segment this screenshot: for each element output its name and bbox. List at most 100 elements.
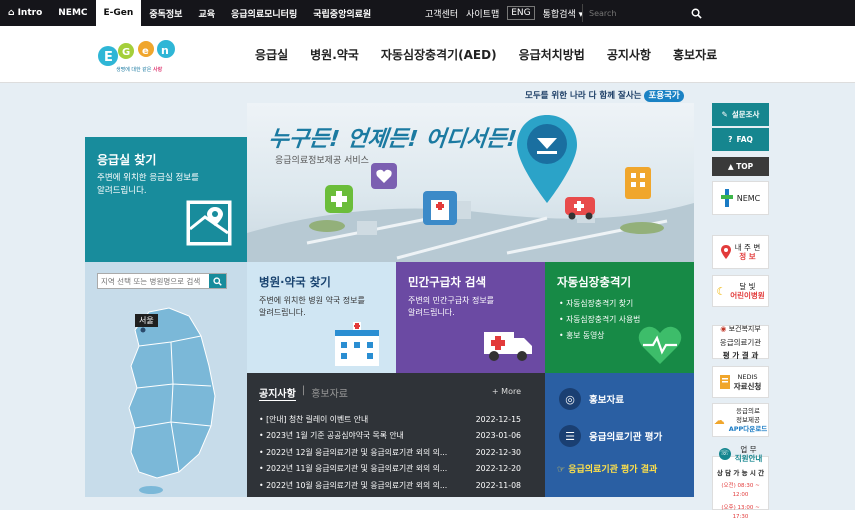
tab-nemc[interactable]: NEMC — [50, 0, 95, 26]
phone-icon: ☏ — [718, 447, 731, 460]
nearby-info-button[interactable]: 내 주 변정 보 — [712, 235, 769, 269]
notice-date: 2023-01-06 — [475, 431, 521, 441]
notice-list: [안내] 청찬 릴레이 이벤트 안내 2022-12-15 2023년 1월 기준… — [259, 411, 521, 494]
cloud-download-icon: ☁ — [713, 413, 725, 427]
tab-notice[interactable]: 공지사항 — [259, 385, 296, 401]
search-input[interactable] — [583, 8, 683, 18]
nav-pr[interactable]: 홍보자료 — [673, 46, 717, 63]
links-tile: ◎ 홍보자료 ☰ 응급의료기관 평가 ☞ 응급의료기관 평가 결과 — [545, 373, 694, 497]
slogan-text: 모두를 위한 나라 다 함께 잘사는 — [525, 91, 642, 101]
tab-divider: | — [301, 385, 306, 396]
evaluation-result-link[interactable]: ☞ 응급의료기관 평가 결과 — [557, 462, 657, 475]
slogan-badge: 포용국가 — [644, 90, 684, 102]
svg-text:n: n — [161, 44, 169, 57]
mohw-evaluation-button[interactable]: ◉ 보건복지부 응급의료기관 평 가 결 과 — [712, 324, 769, 360]
slogan: 모두를 위한 나라 다 함께 잘사는 포용국가 — [525, 89, 684, 102]
unified-search-label: 통합검색 — [542, 9, 576, 20]
list-item[interactable]: 2022년 12월 응급의료기관 및 응급의료기관 외의 의... 2022-12… — [259, 444, 521, 461]
nav-aed[interactable]: 자동심장충격기(AED) — [381, 46, 497, 63]
svg-text:E: E — [104, 50, 113, 65]
notice-date: 2022-12-30 — [475, 447, 521, 457]
tab-egen[interactable]: E-Gen — [95, 0, 142, 26]
notice-date: 2022-12-15 — [475, 414, 521, 424]
customer-center-link[interactable]: 고객센터 — [425, 7, 458, 20]
broken-heart-icon — [371, 163, 397, 189]
list-item[interactable]: 2022년 11월 응급의료기관 및 응급의료기관 외의 의... 2022-12… — [259, 461, 521, 478]
egen-logo[interactable]: E e n G 생명에 대한 같은 사랑 — [96, 36, 186, 76]
hero-subtitle: 응급의료정보제공 서비스 — [275, 156, 369, 166]
app-download-text: 응급의료 정보제공 APP다운로드 — [728, 406, 768, 433]
notice-board: 공지사항 | 홍보자료 + More [안내] 청찬 릴레이 이벤트 안내 202… — [247, 373, 545, 497]
aed-video-link[interactable]: 홍보 동영상 — [559, 328, 640, 344]
hospital-finder-tile[interactable]: 병원·약국 찾기 주변에 위치한 병원 약국 정보를 알려드립니다. — [247, 262, 396, 373]
er-finder-desc: 주변에 위치한 응급실 정보를 알려드립니다. — [97, 173, 199, 196]
nav-first-aid[interactable]: 응급처치방법 — [519, 46, 585, 63]
nedis-button[interactable]: NEDIS 자료신청 — [712, 366, 769, 398]
notice-tabs: 공지사항 | 홍보자료 — [259, 385, 348, 401]
hospital-building-icon — [423, 191, 457, 225]
app-download-button[interactable]: ☁ 응급의료 정보제공 APP다운로드 — [712, 403, 769, 437]
moonlight-hospital-button[interactable]: ☾ 달 빛 어린이병원 — [712, 275, 769, 307]
sitemap-link[interactable]: 사이트맵 — [466, 7, 499, 20]
aed-find-link[interactable]: 자동심장충격기 찾기 — [559, 296, 640, 312]
tab-poison[interactable]: 중독정보 — [141, 0, 190, 26]
pharmacy-icon — [325, 185, 353, 213]
list-item[interactable]: 2022년 10월 응급의료기관 및 응급의료기관 외의 의... 2022-11… — [259, 477, 521, 494]
search-icon[interactable] — [691, 8, 702, 19]
tab-monitoring[interactable]: 응급의료모니터링 — [223, 0, 305, 26]
more-link[interactable]: + More — [492, 387, 521, 396]
nav-notice[interactable]: 공지사항 — [607, 46, 651, 63]
top-bar: ⌂ Intro NEMC E-Gen 중독정보 교육 응급의료모니터링 국립중앙… — [0, 0, 855, 26]
top-button[interactable]: ▲ TOP — [712, 157, 769, 176]
nemc-banner[interactable]: NEMC — [712, 181, 769, 215]
mohw-line2: 응급의료기관 — [719, 337, 762, 347]
aed-tile: 자동심장충격기 자동심장충격기 찾기 자동심장충격기 사용법 홍보 동영상 — [545, 262, 694, 373]
nav-er[interactable]: 응급실 — [255, 46, 288, 63]
nedis-text: NEDIS 자료신청 — [733, 373, 762, 391]
svg-text:e: e — [142, 46, 149, 57]
map-search-button[interactable] — [209, 274, 226, 288]
notice-title: 2022년 11월 응급의료기관 및 응급의료기관 외의 의... — [259, 463, 459, 474]
aed-usage-link[interactable]: 자동심장충격기 사용법 — [559, 312, 640, 328]
location-pin-icon — [720, 245, 731, 259]
heart-pulse-icon — [638, 326, 682, 364]
eng-button[interactable]: ENG — [507, 6, 535, 20]
top-right-links: 고객센터 사이트맵 ENG 통합검색 ▾ — [425, 0, 583, 26]
staff-info-box[interactable]: ☏ 업 무 직원안내 상 담 가 능 시 간 (오전) 08:30 ~ 12:00… — [712, 445, 769, 520]
list-item[interactable]: 2023년 1월 기준 공공심야약국 목록 안내 2023-01-06 — [259, 428, 521, 445]
tab-nmc[interactable]: 국립중앙의료원 — [305, 0, 379, 26]
ambulance-icon — [565, 197, 595, 220]
list-item[interactable]: [안내] 청찬 릴레이 이벤트 안내 2022-12-15 — [259, 411, 521, 428]
korea-map[interactable] — [91, 296, 241, 496]
er-finder-tile[interactable]: 응급실 찾기 주변에 위치한 응급실 정보를 알려드립니다. — [85, 137, 247, 262]
notice-title: [안내] 청찬 릴레이 이벤트 안내 — [259, 414, 459, 425]
region-label-seoul[interactable]: 서울 — [135, 314, 158, 327]
notice-title: 2022년 12월 응급의료기관 및 응급의료기관 외의 의... — [259, 447, 459, 458]
survey-label: 설문조사 — [731, 110, 760, 119]
folder-icon — [719, 375, 730, 389]
faq-button[interactable]: ? FAQ — [712, 128, 769, 151]
mohw-emblem-icon: ◉ 보건복지부 — [720, 324, 761, 333]
nav-hospital[interactable]: 병원.약국 — [310, 46, 359, 63]
survey-button[interactable]: ✎ 설문조사 — [712, 103, 769, 126]
unified-search-select[interactable]: 통합검색 ▾ — [543, 7, 584, 20]
nemc-logo-icon — [720, 189, 733, 207]
evaluation-link[interactable]: ☰ 응급의료기관 평가 — [559, 425, 662, 447]
pr-materials-link[interactable]: ◎ 홍보자료 — [559, 388, 624, 410]
header: E e n G 생명에 대한 같은 사랑 응급실 병원.약국 자동심장충격기(A… — [0, 26, 855, 83]
tab-intro[interactable]: ⌂ Intro — [0, 0, 50, 26]
question-icon: ? — [728, 135, 733, 144]
consult-time-am: (오전) 08:30 ~ 12:00 — [721, 482, 760, 498]
faq-label: FAQ — [736, 135, 753, 144]
mohw-line3: 평 가 결 과 — [722, 350, 759, 360]
map-search-input[interactable] — [98, 274, 210, 288]
aed-tile-title: 자동심장충격기 — [557, 275, 632, 289]
hospital-finder-title: 병원·약국 찾기 — [259, 275, 331, 289]
pencil-icon: ✎ — [721, 110, 728, 119]
tab-education[interactable]: 교육 — [190, 0, 223, 26]
staff-info-header: ☏ 업 무 직원안내 — [718, 444, 763, 463]
tab-pr-materials[interactable]: 홍보자료 — [311, 385, 348, 401]
ambulance-search-tile[interactable]: 민간구급차 검색 주변의 민간구급차 정보를 알려드립니다. — [396, 262, 545, 373]
aed-link-list: 자동심장충격기 찾기 자동심장충격기 사용법 홍보 동영상 — [559, 296, 640, 344]
document-icon: ☰ — [559, 425, 581, 447]
